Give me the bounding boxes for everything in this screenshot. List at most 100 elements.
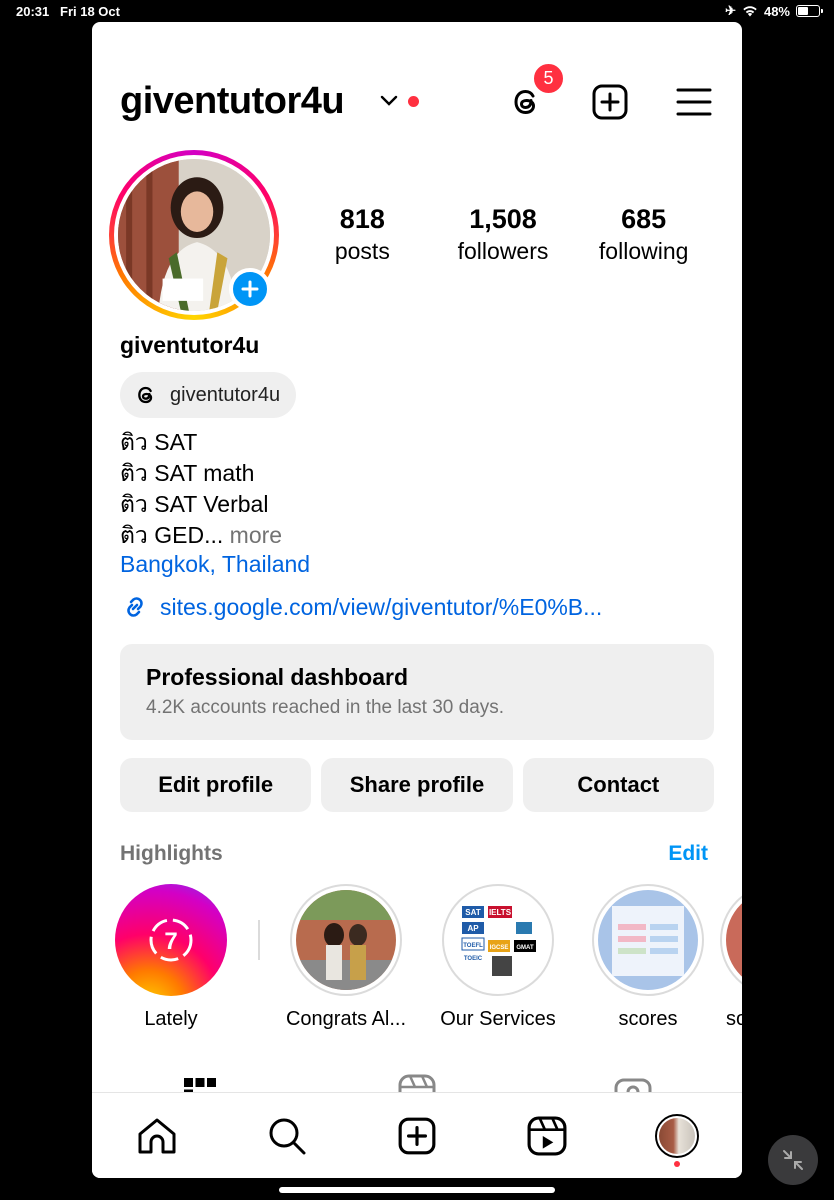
status-date: Fri 18 Oct [60,4,120,19]
profile-avatar-small [655,1113,699,1158]
highlight-congrats[interactable]: Congrats Al... [268,884,424,1031]
account-switcher[interactable]: giventutor4u [120,80,345,123]
svg-text:AP: AP [467,924,479,933]
highlight-label: Our Services [440,1008,556,1030]
threads-profile-chip[interactable]: giventutor4u [120,372,297,418]
status-indicators: ✈ 48% [725,3,823,19]
stat-following-value: 685 [621,204,667,234]
plus-square-icon [398,1117,436,1154]
hamburger-menu-icon [676,88,712,116]
lately-7-icon: 7 [149,918,193,962]
location-link[interactable]: Bangkok, Thailand [120,551,310,578]
grid-icon[interactable] [182,1076,218,1092]
notification-dot [674,1160,680,1167]
stat-followers[interactable]: 1,508 followers [433,202,574,266]
highlight-label: Lately [144,1008,198,1030]
highlights-row: 7 Lately Congrats Al... SAT IELTS AP TOE… [106,884,742,1034]
airplane-icon: ✈ [725,3,736,18]
add-story-button[interactable] [229,268,271,310]
stat-followers-label: followers [457,238,549,264]
home-icon [138,1118,176,1153]
highlight-label: scores [618,1008,678,1030]
create-post-button[interactable] [590,82,630,122]
threads-badge: 5 [532,62,565,95]
edit-profile-button[interactable]: Edit profile [120,758,312,812]
svg-text:7: 7 [164,928,177,955]
bio-more-link[interactable]: more [230,522,282,548]
reels-tab-icon[interactable] [398,1074,436,1092]
notification-dot [408,96,419,107]
stat-following-label: following [598,238,689,264]
share-profile-button[interactable]: Share profile [321,758,513,812]
plus-square-icon [592,84,628,120]
collapse-window-button[interactable] [768,1135,818,1185]
stat-posts-value: 818 [339,204,385,234]
bio-line: ติว SAT [120,429,198,455]
svg-text:IELTS: IELTS [489,908,512,917]
threads-icon [138,386,153,404]
highlight-scores[interactable]: scores [583,884,713,1031]
menu-button[interactable] [674,82,714,122]
collapse-arrows-icon [783,1150,803,1170]
highlight-label: soc [726,1008,742,1030]
chevron-down-icon[interactable] [378,90,400,112]
link-icon [127,597,143,617]
highlight-lately[interactable]: 7 Lately [106,884,236,1031]
svg-text:TOEFL: TOEFL [463,943,483,949]
battery-fill [798,7,808,15]
reels-icon [527,1116,567,1155]
profile-stats: 818 posts 1,508 followers 685 following [292,202,714,266]
profile-bio: ติว SAT ติว SAT math ติว SAT Verbal ติว … [120,427,282,551]
profile-tabs [92,1072,742,1092]
search-icon [269,1118,306,1154]
highlight-services-collage: SAT IELTS AP TOEFL IGCSE GMAT TOEIC [448,890,548,990]
nav-home[interactable] [130,1109,184,1163]
website-url: sites.google.com/view/giventutor/%E0%B..… [160,593,603,620]
stat-posts[interactable]: 818 posts [292,202,433,266]
battery-icon [796,5,823,17]
highlights-divider [258,920,260,960]
stat-following[interactable]: 685 following [573,202,714,266]
highlights-title: Highlights [120,842,223,865]
dashboard-subtitle: 4.2K accounts reached in the last 30 day… [146,697,505,718]
threads-handle: giventutor4u [170,383,281,406]
highlight-our-services[interactable]: SAT IELTS AP TOEFL IGCSE GMAT TOEIC Our … [418,884,578,1031]
bio-line: ติว SAT Verbal [120,491,269,517]
dashboard-title: Professional dashboard [146,664,409,690]
nav-reels[interactable] [520,1109,574,1163]
profile-name: giventutor4u [120,332,260,358]
contact-button[interactable]: Contact [522,758,714,812]
highlights-edit-button[interactable]: Edit [668,842,708,866]
svg-text:SAT: SAT [465,908,481,917]
highlight-photo [726,890,742,990]
bio-line-last: ติว GED... more [120,520,282,551]
plus-icon [241,280,259,298]
nav-profile[interactable] [650,1109,704,1167]
instagram-profile-window: giventutor4u 5 818 posts 1,508 followers… [92,22,742,1178]
wifi-icon [743,6,757,17]
stat-posts-label: posts [334,238,390,264]
stat-followers-value: 1,508 [469,204,537,234]
status-time: 20:31 [16,4,50,19]
home-indicator[interactable] [279,1187,555,1193]
highlight-photo [296,890,396,990]
highlight-label: Congrats Al... [285,1008,407,1030]
battery-percent: 48% [763,3,790,19]
nav-create[interactable] [390,1109,444,1163]
svg-text:IGCSE: IGCSE [490,945,509,951]
nav-search[interactable] [260,1109,314,1163]
profile-actions: Edit profile Share profile Contact [120,758,714,812]
bio-line: ติว GED... [120,522,224,548]
svg-text:TOEIC: TOEIC [464,956,483,962]
professional-dashboard[interactable]: Professional dashboard 4.2K accounts rea… [120,644,714,740]
highlight-scores-image [598,890,698,990]
top-bar: giventutor4u 5 [120,62,714,130]
highlight-soc[interactable]: soc [720,884,742,1031]
website-link[interactable]: sites.google.com/view/giventutor/%E0%B..… [120,592,602,622]
bottom-navigation [92,1092,742,1178]
svg-text:GMAT: GMAT [516,945,534,951]
lately-icon: 7 [115,884,227,996]
bio-line: ติว SAT math [120,460,255,486]
tagged-tab-icon[interactable] [614,1074,652,1092]
status-bar: 20:31 Fri 18 Oct ✈ 48% [0,0,834,22]
